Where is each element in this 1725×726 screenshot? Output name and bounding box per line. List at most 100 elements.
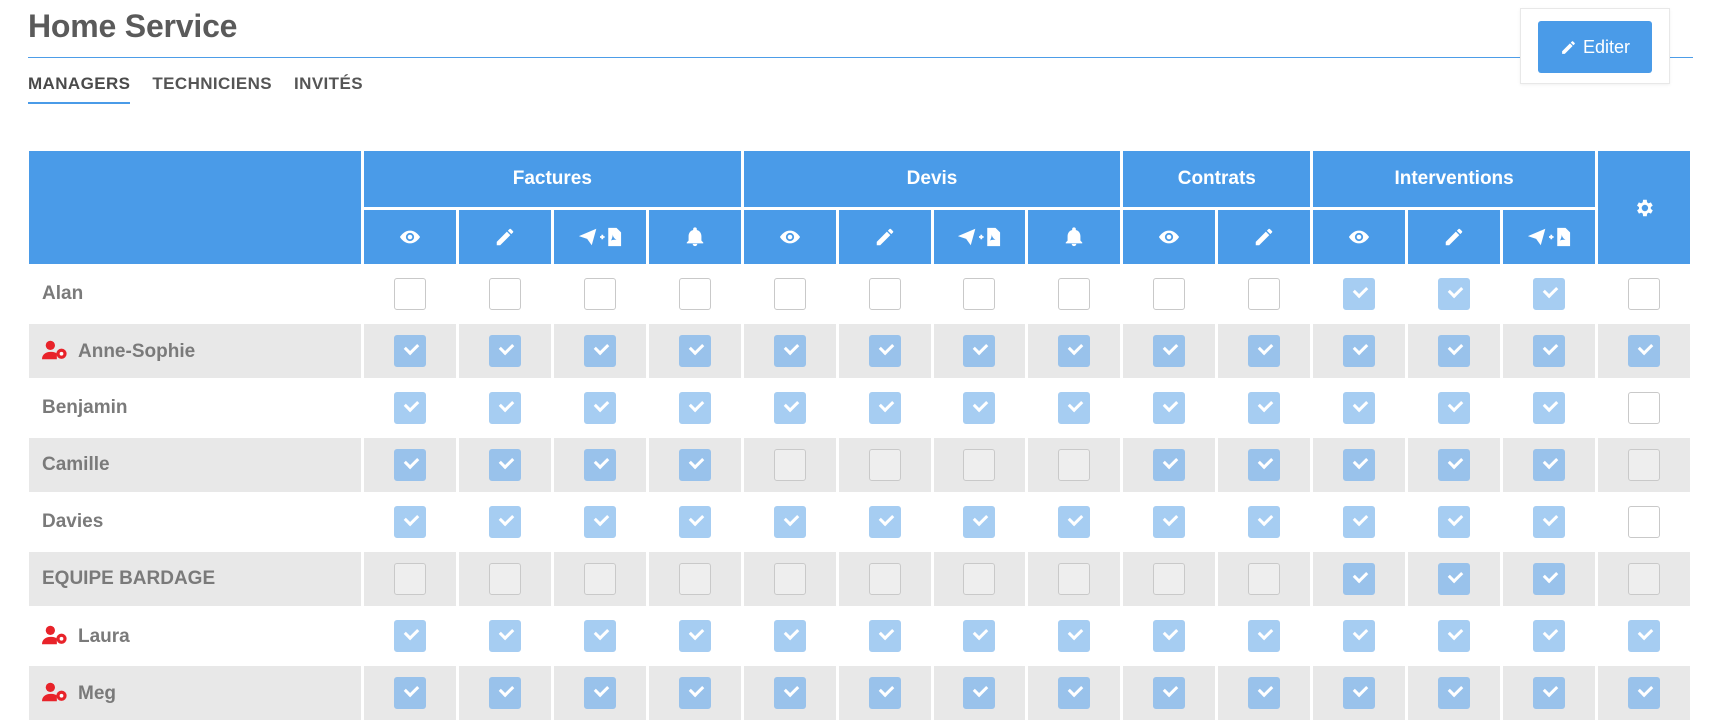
checkbox-checked[interactable] — [1058, 392, 1091, 424]
checkbox-unchecked[interactable] — [393, 563, 426, 595]
checkbox-unchecked[interactable] — [1627, 278, 1660, 310]
checkbox-checked[interactable] — [488, 506, 521, 538]
checkbox-checked[interactable] — [1343, 563, 1376, 595]
checkbox-checked[interactable] — [488, 335, 521, 367]
checkbox-checked[interactable] — [1153, 506, 1186, 538]
checkbox-checked[interactable] — [868, 335, 901, 367]
checkbox-checked[interactable] — [1343, 449, 1376, 481]
checkbox-checked[interactable] — [488, 449, 521, 481]
checkbox-checked[interactable] — [868, 506, 901, 538]
checkbox-unchecked[interactable] — [773, 449, 806, 481]
checkbox-checked[interactable] — [393, 392, 426, 424]
checkbox-checked[interactable] — [1438, 392, 1471, 424]
checkbox-checked[interactable] — [488, 677, 521, 709]
checkbox-checked[interactable] — [1627, 677, 1660, 709]
checkbox-checked[interactable] — [1438, 449, 1471, 481]
checkbox-unchecked[interactable] — [1627, 392, 1660, 424]
checkbox-checked[interactable] — [1058, 506, 1091, 538]
checkbox-unchecked[interactable] — [1058, 563, 1091, 595]
checkbox-checked[interactable] — [678, 677, 711, 709]
checkbox-checked[interactable] — [1343, 620, 1376, 652]
checkbox-checked[interactable] — [1153, 449, 1186, 481]
checkbox-unchecked[interactable] — [678, 278, 711, 310]
tab-techniciens[interactable]: TECHNICIENS — [152, 74, 272, 104]
checkbox-unchecked[interactable] — [1153, 563, 1186, 595]
checkbox-checked[interactable] — [773, 392, 806, 424]
checkbox-checked[interactable] — [1058, 620, 1091, 652]
checkbox-checked[interactable] — [1248, 392, 1281, 424]
checkbox-checked[interactable] — [1533, 335, 1566, 367]
checkbox-checked[interactable] — [1153, 620, 1186, 652]
checkbox-unchecked[interactable] — [963, 563, 996, 595]
checkbox-unchecked[interactable] — [678, 563, 711, 595]
checkbox-checked[interactable] — [773, 677, 806, 709]
checkbox-unchecked[interactable] — [773, 278, 806, 310]
checkbox-checked[interactable] — [963, 677, 996, 709]
checkbox-unchecked[interactable] — [1058, 449, 1091, 481]
checkbox-checked[interactable] — [393, 677, 426, 709]
checkbox-checked[interactable] — [1533, 392, 1566, 424]
checkbox-checked[interactable] — [773, 335, 806, 367]
checkbox-checked[interactable] — [1343, 278, 1376, 310]
checkbox-checked[interactable] — [773, 506, 806, 538]
checkbox-checked[interactable] — [1248, 335, 1281, 367]
checkbox-checked[interactable] — [1438, 677, 1471, 709]
checkbox-checked[interactable] — [1438, 335, 1471, 367]
checkbox-checked[interactable] — [393, 335, 426, 367]
tab-managers[interactable]: MANAGERS — [28, 74, 131, 104]
checkbox-checked[interactable] — [963, 392, 996, 424]
checkbox-checked[interactable] — [773, 620, 806, 652]
checkbox-checked[interactable] — [488, 620, 521, 652]
checkbox-checked[interactable] — [583, 335, 616, 367]
tab-invites[interactable]: INVITÉS — [294, 74, 363, 104]
checkbox-checked[interactable] — [1058, 335, 1091, 367]
checkbox-unchecked[interactable] — [583, 278, 616, 310]
checkbox-checked[interactable] — [1153, 392, 1186, 424]
checkbox-checked[interactable] — [1627, 335, 1660, 367]
checkbox-checked[interactable] — [678, 335, 711, 367]
checkbox-unchecked[interactable] — [583, 563, 616, 595]
checkbox-checked[interactable] — [1248, 677, 1281, 709]
checkbox-checked[interactable] — [1248, 449, 1281, 481]
checkbox-unchecked[interactable] — [868, 563, 901, 595]
checkbox-unchecked[interactable] — [868, 278, 901, 310]
checkbox-checked[interactable] — [868, 620, 901, 652]
checkbox-checked[interactable] — [393, 449, 426, 481]
checkbox-checked[interactable] — [678, 620, 711, 652]
checkbox-unchecked[interactable] — [963, 278, 996, 310]
checkbox-checked[interactable] — [963, 506, 996, 538]
checkbox-unchecked[interactable] — [1153, 278, 1186, 310]
checkbox-checked[interactable] — [1153, 335, 1186, 367]
checkbox-checked[interactable] — [1343, 506, 1376, 538]
checkbox-checked[interactable] — [488, 392, 521, 424]
checkbox-checked[interactable] — [1438, 506, 1471, 538]
checkbox-unchecked[interactable] — [1248, 563, 1281, 595]
checkbox-checked[interactable] — [583, 392, 616, 424]
checkbox-checked[interactable] — [1343, 677, 1376, 709]
checkbox-checked[interactable] — [583, 449, 616, 481]
checkbox-checked[interactable] — [868, 677, 901, 709]
checkbox-checked[interactable] — [583, 506, 616, 538]
checkbox-checked[interactable] — [1533, 620, 1566, 652]
checkbox-checked[interactable] — [868, 392, 901, 424]
checkbox-checked[interactable] — [1533, 506, 1566, 538]
checkbox-checked[interactable] — [583, 677, 616, 709]
checkbox-checked[interactable] — [678, 449, 711, 481]
checkbox-unchecked[interactable] — [1058, 278, 1091, 310]
checkbox-checked[interactable] — [678, 392, 711, 424]
checkbox-checked[interactable] — [1438, 278, 1471, 310]
checkbox-unchecked[interactable] — [488, 278, 521, 310]
edit-button[interactable]: Editer — [1538, 21, 1652, 73]
checkbox-checked[interactable] — [1343, 392, 1376, 424]
checkbox-unchecked[interactable] — [1627, 506, 1660, 538]
checkbox-checked[interactable] — [393, 506, 426, 538]
checkbox-unchecked[interactable] — [1627, 563, 1660, 595]
checkbox-checked[interactable] — [1533, 449, 1566, 481]
checkbox-unchecked[interactable] — [393, 278, 426, 310]
checkbox-checked[interactable] — [963, 620, 996, 652]
checkbox-checked[interactable] — [678, 506, 711, 538]
checkbox-unchecked[interactable] — [963, 449, 996, 481]
checkbox-checked[interactable] — [393, 620, 426, 652]
checkbox-checked[interactable] — [1533, 563, 1566, 595]
checkbox-checked[interactable] — [1248, 620, 1281, 652]
